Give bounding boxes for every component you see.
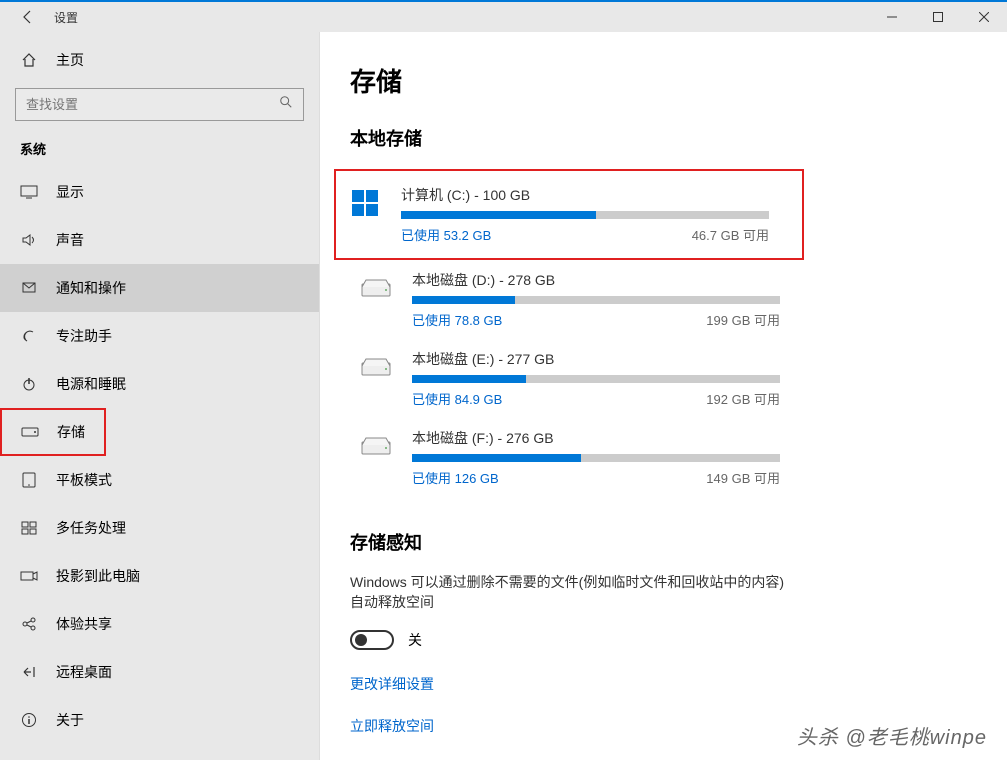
remote-icon [20,663,38,681]
sidebar-item-storage[interactable]: 存储 [3,410,103,454]
sidebar-item-label: 体验共享 [56,614,112,634]
storage-icon [21,423,39,441]
free-up-now-link[interactable]: 立即释放空间 [350,716,790,736]
sidebar-item-sound[interactable]: 声音 [0,216,319,264]
minimize-button[interactable] [869,2,915,32]
storage-sense-heading: 存储感知 [350,529,790,555]
drive-name: 本地磁盘 (D:) - 278 GB [412,270,780,290]
hdd-icon [360,351,392,383]
drive-progress [412,296,780,304]
drive-row-f[interactable]: 本地磁盘 (F:) - 276 GB 已使用 126 GB 149 GB 可用 [350,418,790,497]
sidebar-item-project[interactable]: 投影到此电脑 [0,552,319,600]
sidebar-item-remote[interactable]: 远程桌面 [0,648,319,696]
home-icon [20,51,38,69]
drive-row-c[interactable]: 计算机 (C:) - 100 GB 已使用 53.2 GB 46.7 GB 可用 [339,175,779,254]
drive-progress [412,454,780,462]
drive-free: 192 GB 可用 [706,389,780,408]
drive-row-d[interactable]: 本地磁盘 (D:) - 278 GB 已使用 78.8 GB 199 GB 可用 [350,260,790,339]
sidebar-item-notifications[interactable]: 通知和操作 [0,264,319,312]
drive-name: 计算机 (C:) - 100 GB [401,185,769,205]
arrow-left-icon [20,9,36,25]
sidebar-item-label: 通知和操作 [56,278,126,298]
toggle-state-label: 关 [408,630,422,650]
drive-progress [412,375,780,383]
maximize-button[interactable] [915,2,961,32]
sidebar-item-display[interactable]: 显示 [0,168,319,216]
change-settings-link[interactable]: 更改详细设置 [350,674,790,694]
minimize-icon [887,12,897,22]
sidebar-item-power[interactable]: 电源和睡眠 [0,360,319,408]
page-title: 存储 [350,62,1007,99]
back-button[interactable] [20,9,36,25]
multitask-icon [20,519,38,537]
close-button[interactable] [961,2,1007,32]
drive-free: 149 GB 可用 [706,468,780,487]
sidebar-item-multitask[interactable]: 多任务处理 [0,504,319,552]
drive-used: 已使用 78.8 GB [412,310,502,329]
sidebar: 主页 系统 显示 声音 通知和操作 专注助手 电源和睡眠 [0,32,320,760]
focus-icon [20,327,38,345]
os-drive-icon [349,187,381,219]
sidebar-item-label: 电源和睡眠 [56,374,126,394]
home-nav[interactable]: 主页 [0,32,319,88]
sidebar-item-label: 平板模式 [56,470,112,490]
project-icon [20,567,38,585]
drive-free: 46.7 GB 可用 [692,225,769,244]
close-icon [979,12,989,22]
drive-progress [401,211,769,219]
local-storage-heading: 本地存储 [350,125,1007,151]
display-icon [20,183,38,201]
sidebar-item-label: 投影到此电脑 [56,566,140,586]
sidebar-item-label: 远程桌面 [56,662,112,682]
maximize-icon [933,12,943,22]
home-label: 主页 [56,50,84,70]
sidebar-item-focus[interactable]: 专注助手 [0,312,319,360]
drive-free: 199 GB 可用 [706,310,780,329]
drive-name: 本地磁盘 (E:) - 277 GB [412,349,780,369]
about-icon [20,711,38,729]
drive-row-e[interactable]: 本地磁盘 (E:) - 277 GB 已使用 84.9 GB 192 GB 可用 [350,339,790,418]
sidebar-item-label: 声音 [56,230,84,250]
notifications-icon [20,279,38,297]
sound-icon [20,231,38,249]
window-title: 设置 [54,9,78,26]
storage-sense-toggle[interactable] [350,630,394,650]
tablet-icon [20,471,38,489]
power-icon [20,375,38,393]
hdd-icon [360,430,392,462]
storage-sense-description: Windows 可以通过删除不需要的文件(例如临时文件和回收站中的内容)自动释放… [350,573,790,612]
search-input[interactable] [26,97,279,112]
drive-used: 已使用 53.2 GB [401,225,491,244]
sidebar-section-label: 系统 [0,139,319,168]
sidebar-item-about[interactable]: 关于 [0,696,319,744]
titlebar: 设置 [0,2,1007,32]
drive-name: 本地磁盘 (F:) - 276 GB [412,428,780,448]
sidebar-item-label: 多任务处理 [56,518,126,538]
hdd-icon [360,272,392,304]
sidebar-item-label: 显示 [56,182,84,202]
search-box[interactable] [15,88,304,121]
sidebar-item-label: 存储 [57,422,85,442]
sidebar-item-shared[interactable]: 体验共享 [0,600,319,648]
sidebar-item-label: 专注助手 [56,326,112,346]
drive-used: 已使用 84.9 GB [412,389,502,408]
shared-icon [20,615,38,633]
content-area: 存储 本地存储 计算机 (C:) - 100 GB 已使用 53.2 GB 46… [320,32,1007,760]
sidebar-item-label: 关于 [56,710,84,730]
search-icon [279,95,293,114]
drive-used: 已使用 126 GB [412,468,499,487]
watermark: 头杀 @老毛桃winpe [797,721,987,750]
sidebar-item-tablet[interactable]: 平板模式 [0,456,319,504]
